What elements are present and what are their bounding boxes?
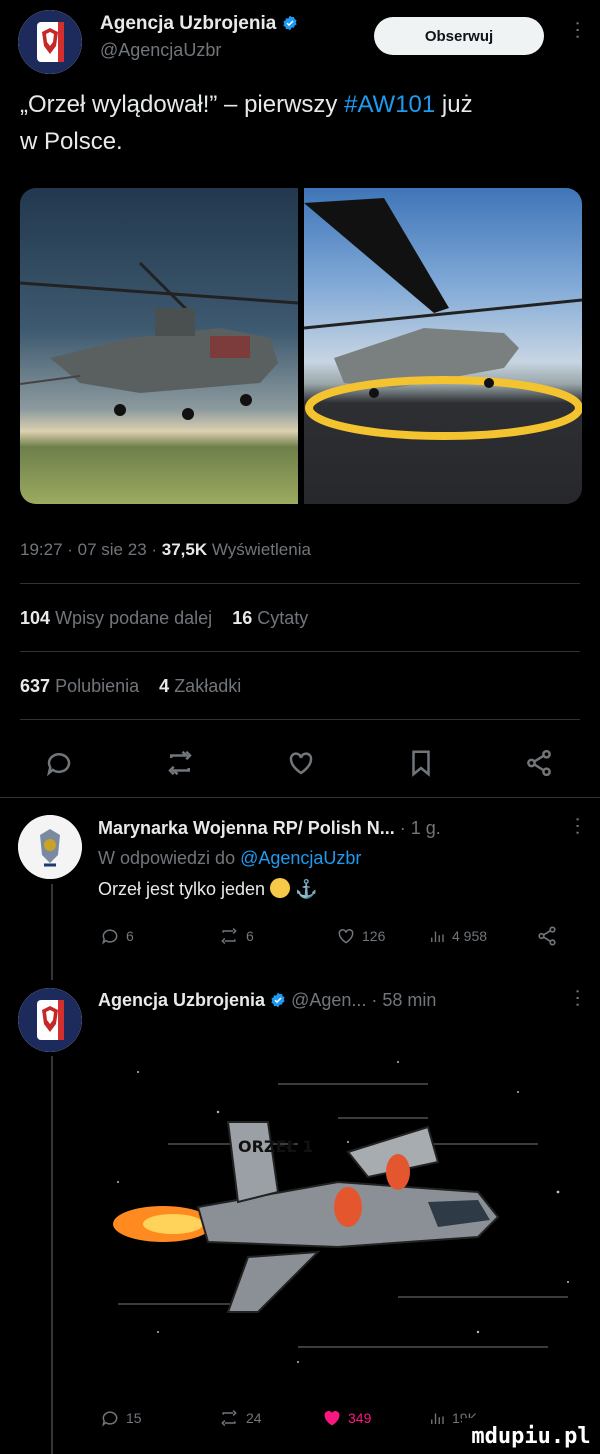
timestamp-row: 19:27 · 07 sie 23 · 37,5K Wyświetlenia	[20, 540, 311, 560]
likes-stat[interactable]: 637 Polubienia	[20, 676, 139, 696]
reply2-replies[interactable]: 15	[100, 1408, 142, 1428]
divider	[20, 583, 580, 584]
views-icon	[431, 1413, 444, 1424]
reply2-handle-time[interactable]: @Agen... · 58 min	[291, 990, 436, 1010]
space-jet-illustration-icon: ORZEŁ 1	[113, 1061, 569, 1363]
reply1-likes[interactable]: 126	[336, 926, 385, 946]
divider	[20, 651, 580, 652]
divider	[20, 719, 580, 720]
repost-icon[interactable]	[164, 748, 196, 778]
helicopter-photo-left[interactable]	[20, 188, 298, 504]
bookmark-icon[interactable]	[406, 748, 436, 778]
reply-to-handle-link[interactable]: @AgencjaUzbr	[240, 848, 361, 868]
reply1-views[interactable]: 4 958	[428, 926, 487, 946]
reposts-stat[interactable]: 104 Wpisy podane dalej	[20, 608, 212, 628]
repost-icon	[221, 1409, 237, 1427]
bookmarks-stat[interactable]: 4 Zakładki	[159, 676, 241, 696]
like-icon	[338, 928, 354, 944]
watermark-text: mdupiu.pl	[471, 1423, 591, 1449]
wink-emoji-icon	[270, 878, 291, 898]
anchor-icon: ⚓	[295, 879, 318, 899]
helicopter-right-icon	[304, 198, 582, 440]
reply2-avatar[interactable]	[18, 988, 82, 1052]
reply1-header: Marynarka Wojenna RP/ Polish N... · 1 g.	[98, 818, 441, 839]
reply-icon	[102, 1411, 118, 1427]
likes-bookmarks-row: 637 Polubienia 4 Zakładki	[20, 676, 241, 697]
verified-badge-icon	[283, 15, 297, 31]
reply1-time[interactable]: · 1 g.	[395, 818, 441, 838]
more-options-icon[interactable]: ···	[566, 988, 589, 1008]
views-count: 37,5K	[161, 540, 208, 559]
more-options-icon[interactable]: ···	[566, 20, 589, 40]
reply1-author-name[interactable]: Marynarka Wojenna RP/ Polish N...	[98, 818, 395, 838]
share-icon[interactable]	[536, 925, 558, 947]
divider	[0, 797, 600, 798]
reply1-avatar[interactable]	[18, 815, 82, 879]
reply2-reposts[interactable]: 24	[218, 1408, 262, 1428]
liked-heart-icon	[324, 1410, 340, 1426]
helicopter-left-icon	[20, 261, 298, 420]
repost-icon	[221, 927, 237, 945]
navy-emblem-icon	[18, 815, 82, 879]
reply1-reply-to: W odpowiedzi do @AgencjaUzbr	[98, 848, 362, 868]
post-text: „Orzeł wylądował!” – pierwszy #AW101 już…	[20, 91, 473, 155]
hashtag-link[interactable]: #AW101	[344, 91, 435, 118]
post-timestamp[interactable]: 19:27 · 07 sie 23 ·	[20, 540, 162, 559]
watermark: mdupiu.pl	[462, 1418, 600, 1454]
author-avatar[interactable]	[18, 10, 82, 74]
author-handle[interactable]: @AgencjaUzbr	[100, 40, 221, 61]
views-label: Wyświetlenia	[211, 540, 311, 559]
reply1-reposts[interactable]: 6	[218, 926, 254, 946]
thread-line	[51, 1056, 53, 1454]
author-name[interactable]: Agencja Uzbrojenia	[100, 13, 276, 34]
reply1-text: Orzeł jest tylko jeden ⚓	[98, 878, 318, 899]
author-name-row[interactable]: Agencja Uzbrojenia	[100, 13, 298, 35]
reply1-replies[interactable]: 6	[100, 926, 134, 946]
eagle-emblem-icon	[18, 10, 82, 74]
eagle-emblem-icon	[18, 988, 82, 1052]
more-options-icon[interactable]: ···	[566, 816, 589, 836]
space-helicopter-image[interactable]: ORZEŁ 1	[98, 1032, 580, 1394]
reply2-author-name[interactable]: Agencja Uzbrojenia	[98, 990, 265, 1010]
share-icon[interactable]	[524, 748, 554, 778]
like-icon[interactable]	[286, 748, 316, 778]
reply2-likes[interactable]: 349	[322, 1408, 371, 1428]
reply2-header: Agencja Uzbrojenia @Agen... · 58 min	[98, 990, 436, 1011]
reposts-quotes-row: 104 Wpisy podane dalej 16 Cytaty	[20, 608, 308, 629]
follow-button[interactable]: Obserwuj	[374, 17, 544, 55]
reply-icon	[102, 929, 118, 945]
quotes-stat[interactable]: 16 Cytaty	[232, 608, 308, 628]
thread-line	[51, 884, 53, 980]
views-icon	[431, 931, 444, 942]
helicopter-photo-right[interactable]	[304, 188, 582, 504]
reply-icon[interactable]	[44, 748, 74, 778]
image-text: ORZEŁ 1	[238, 1137, 313, 1156]
verified-badge-icon	[271, 992, 285, 1008]
